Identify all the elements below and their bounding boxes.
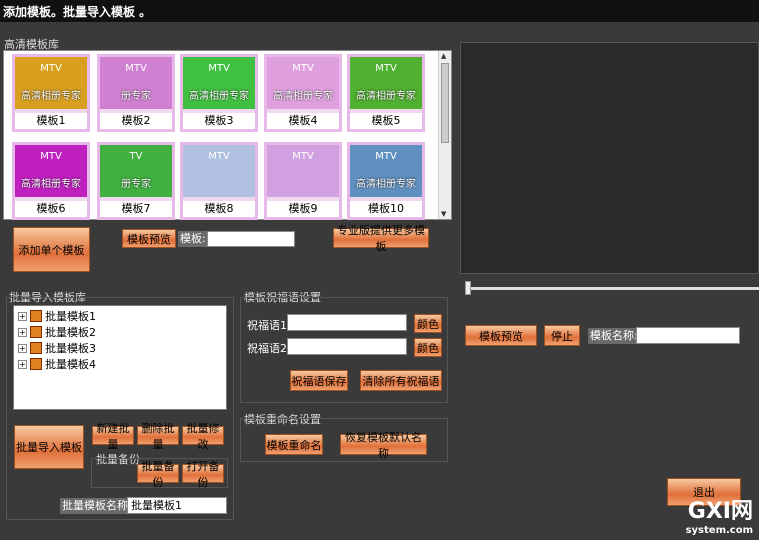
scroll-thumb[interactable]	[441, 63, 449, 143]
template-thumbnail[interactable]: MTV 高清相册专家模板10	[347, 142, 425, 220]
clear-greeting-button[interactable]: 清除所有祝福语	[360, 370, 442, 391]
rename-button[interactable]: 模板重命名	[265, 434, 323, 455]
progress-knob[interactable]	[465, 281, 471, 295]
edit-batch-button[interactable]: 批量修改	[182, 422, 224, 451]
restore-name-button[interactable]: 恢复模板默认名称	[340, 431, 427, 460]
thumbnail-mtv-text: MTV	[375, 151, 397, 162]
greeting1-input[interactable]	[287, 314, 407, 331]
template-gallery[interactable]: MTV 高清相册专家 模板1 MTV 册专家 模板2 MTV 高清相册专家 模板3 MTV 高清相册…	[3, 50, 452, 220]
expand-icon[interactable]: +	[18, 343, 27, 353]
thumbnail-name: 模板2	[100, 113, 172, 129]
template-preview-button[interactable]: 模板预览	[122, 229, 176, 248]
expand-icon[interactable]: +	[18, 327, 27, 337]
template-input[interactable]	[207, 231, 295, 247]
tree-item[interactable]: + 批量模板1	[18, 308, 96, 324]
batch-name-label: 批量模板名称:	[60, 498, 134, 514]
thumbnail-mtv-text: MTV	[208, 63, 230, 74]
thumbnail-name: 模板4	[267, 113, 339, 129]
add-single-template-button[interactable]: 添加单个模板	[13, 227, 90, 272]
backup-button[interactable]: 批量备份	[137, 460, 179, 489]
open-backup-button[interactable]: 打开备份	[182, 460, 224, 489]
expand-icon[interactable]: +	[18, 311, 27, 321]
greeting1-label: 祝福语1:	[247, 319, 291, 332]
thumbnail-caption: 高清相册专家	[356, 91, 416, 102]
thumbnail-caption: 册专家	[121, 179, 151, 190]
batch-name-input[interactable]: 批量模板1	[127, 497, 227, 514]
folder-icon	[30, 310, 42, 322]
template-thumbnail[interactable]: MTV 高清相册专家模板5	[347, 54, 425, 132]
thumbnail-name: 模板3	[183, 113, 255, 129]
thumbnail-name: 模板9	[267, 201, 339, 217]
tree-item[interactable]: + 批量模板2	[18, 324, 96, 340]
title-bar: 添加模板。批量导入模板 。	[0, 0, 759, 22]
thumbnail-mtv-text: TV	[129, 151, 143, 162]
right-preview-button[interactable]: 模板预览	[465, 325, 537, 346]
progress-track[interactable]	[469, 287, 759, 290]
batch-tree[interactable]: + 批量模板1 + 批量模板2 + 批量模板3 + 批量模板4	[13, 305, 227, 410]
stop-button[interactable]: 停止	[544, 325, 580, 346]
template-thumbnail[interactable]: MTV 模板8	[180, 142, 258, 220]
thumbnail-name: 模板10	[350, 201, 422, 217]
thumbnail-caption: 高清相册专家	[356, 179, 416, 190]
thumbnail-caption: 高清相册专家	[273, 91, 333, 102]
folder-icon	[30, 342, 42, 354]
thumbnail-name: 模板8	[183, 201, 255, 217]
more-templates-button[interactable]: 专业版提供更多模板	[333, 224, 429, 253]
color2-button[interactable]: 颜色	[414, 338, 442, 357]
scroll-down-icon[interactable]: ▼	[441, 210, 446, 218]
thumbnail-mtv-text: MTV	[292, 151, 314, 162]
preview-area	[460, 42, 759, 274]
delete-batch-button[interactable]: 删除批量	[137, 422, 179, 451]
template-thumbnail[interactable]: MTV 高清相册专家模板4	[264, 54, 342, 132]
thumbnail-caption: 高清相册专家	[189, 91, 249, 102]
thumbnail-name: 模板6	[15, 201, 87, 217]
window-title: 添加模板。批量导入模板 。	[3, 5, 152, 19]
folder-icon	[30, 326, 42, 338]
thumbnail-name: 模板7	[100, 201, 172, 217]
template-thumbnail[interactable]: MTV 高清相册专家模板6	[12, 142, 90, 220]
thumbnail-caption: 高清相册专家	[21, 91, 81, 102]
thumbnail-mtv-text: MTV	[208, 151, 230, 162]
tpl-name-input[interactable]	[636, 327, 740, 344]
tpl-name-label: 模板名称:	[588, 328, 640, 344]
thumbnail-mtv-text: MTV	[40, 63, 62, 74]
watermark: GXI网 system.com	[685, 499, 753, 536]
batch-import-button[interactable]: 批量导入模板	[14, 425, 84, 469]
thumbnail-mtv-text: MTV	[125, 63, 147, 74]
gallery-scrollbar[interactable]: ▲ ▼	[438, 51, 451, 219]
thumbnail-name: 模板5	[350, 113, 422, 129]
new-batch-button[interactable]: 新建批量	[92, 422, 134, 451]
tree-item[interactable]: + 批量模板4	[18, 356, 96, 372]
template-thumbnail[interactable]: MTV 模板9	[264, 142, 342, 220]
template-thumbnail[interactable]: MTV 册专家模板2	[97, 54, 175, 132]
template-thumbnail[interactable]: TV 册专家模板7	[97, 142, 175, 220]
template-label: 模板:	[178, 231, 208, 247]
tree-item[interactable]: + 批量模板3	[18, 340, 96, 356]
greeting2-input[interactable]	[287, 338, 407, 355]
folder-icon	[30, 358, 42, 370]
thumbnail-mtv-text: MTV	[40, 151, 62, 162]
greeting2-label: 祝福语2:	[247, 342, 291, 355]
scroll-up-icon[interactable]: ▲	[441, 52, 446, 60]
template-thumbnail[interactable]: MTV 高清相册专家模板1	[12, 54, 90, 132]
thumbnail-mtv-text: MTV	[375, 63, 397, 74]
color1-button[interactable]: 颜色	[414, 314, 442, 333]
thumbnail-name: 模板1	[15, 113, 87, 129]
template-thumbnail[interactable]: MTV 高清相册专家模板3	[180, 54, 258, 132]
thumbnail-mtv-text: MTV	[292, 63, 314, 74]
expand-icon[interactable]: +	[18, 359, 27, 369]
thumbnail-caption: 高清相册专家	[21, 179, 81, 190]
save-greeting-button[interactable]: 祝福语保存	[290, 370, 348, 391]
thumbnail-caption: 册专家	[121, 91, 151, 102]
